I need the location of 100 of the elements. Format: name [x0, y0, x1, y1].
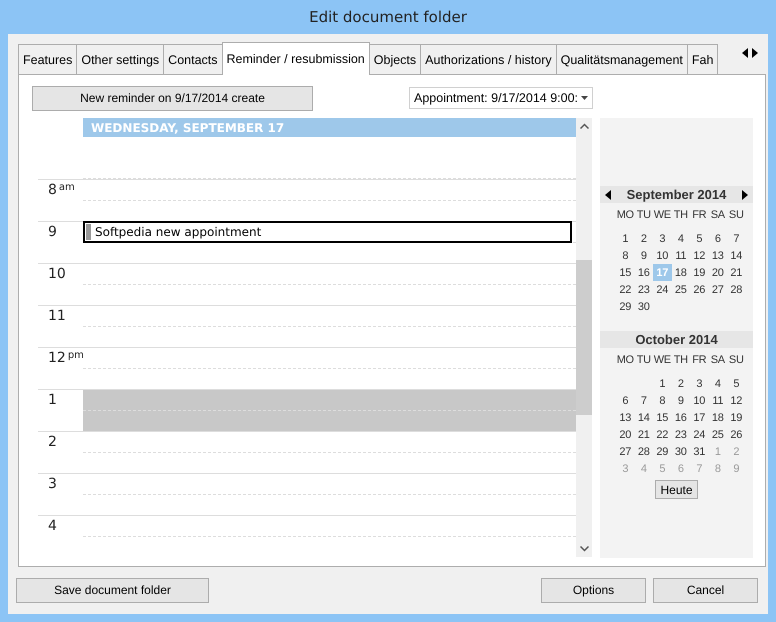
window-title: Edit document folder — [309, 8, 467, 26]
calendar-day[interactable]: 24 — [653, 281, 672, 298]
calendar-day[interactable]: 28 — [727, 281, 746, 298]
hour-label: 1 — [48, 392, 57, 410]
calendar-day[interactable]: 12 — [727, 392, 746, 410]
calendar-day[interactable]: 24 — [690, 426, 708, 444]
calendar-day[interactable]: 20 — [708, 264, 727, 282]
calendar-day[interactable]: 22 — [653, 426, 672, 444]
tab[interactable]: Reminder / resubmission — [222, 42, 370, 76]
weekday-label: TU — [636, 352, 652, 368]
calendar-day[interactable]: 5 — [727, 375, 746, 392]
calendar-day[interactable]: 19 — [727, 409, 746, 426]
calendar-day[interactable]: 23 — [672, 426, 690, 444]
calendar-day[interactable]: 20 — [616, 426, 634, 444]
calendar-day[interactable]: 23 — [634, 281, 653, 298]
new-reminder-button[interactable]: New reminder on 9/17/2014 create — [32, 86, 313, 111]
appointment-dropdown[interactable]: Appointment: 9/17/2014 9:00: — [409, 87, 593, 110]
appointment-entry[interactable]: Softpedia new appointment — [83, 221, 572, 244]
options-button[interactable]: Options — [541, 578, 646, 603]
month-title: October 2014 — [635, 332, 718, 348]
scroll-right-icon[interactable] — [752, 48, 758, 58]
time-slot[interactable]: Softpedia new appointment — [83, 221, 576, 264]
calendar-day[interactable]: 9 — [634, 247, 653, 264]
cancel-button[interactable]: Cancel — [653, 578, 758, 603]
calendar-day[interactable]: 6 — [616, 392, 634, 410]
save-button[interactable]: Save document folder — [16, 578, 209, 603]
calendar-day[interactable]: 10 — [653, 247, 672, 264]
calendar-day[interactable]: 11 — [708, 392, 727, 410]
calendar-day[interactable]: 15 — [616, 264, 634, 282]
calendar-day[interactable]: 27 — [616, 443, 634, 460]
blocked-time-slot[interactable] — [83, 389, 576, 432]
hour-label: 11 — [48, 308, 66, 326]
weekday-label: SA — [710, 352, 726, 368]
weekday-label: TU — [636, 208, 652, 223]
tab[interactable]: Features — [18, 44, 78, 74]
dropdown-caret-icon — [581, 96, 588, 100]
hour-label: 9 — [48, 224, 57, 242]
calendar-day[interactable]: 16 — [634, 264, 653, 282]
calendar-day[interactable]: 16 — [672, 409, 690, 426]
calendar-day[interactable]: 22 — [616, 281, 634, 298]
calendar-day[interactable]: 25 — [672, 281, 690, 298]
calendar-day[interactable]: 2 — [672, 375, 690, 392]
calendar-day[interactable]: 29 — [653, 443, 672, 460]
calendar-day[interactable]: 10 — [690, 392, 708, 410]
weekday-label: TH — [672, 208, 689, 223]
calendar-day[interactable]: 7 — [634, 392, 653, 410]
scroll-left-icon[interactable] — [742, 48, 748, 58]
calendar-day[interactable]: 17 — [690, 409, 708, 426]
weekday-label: SU — [728, 208, 745, 223]
calendar-day[interactable]: 4 — [708, 375, 727, 392]
calendar-day[interactable]: 14 — [727, 247, 746, 264]
calendar-day[interactable]: 25 — [708, 426, 727, 444]
calendar-day[interactable]: 1 — [616, 230, 634, 248]
calendar-day[interactable]: 6 — [708, 230, 727, 248]
weekday-label: FR — [691, 352, 708, 368]
scroll-down-icon[interactable] — [580, 546, 588, 552]
hour-label: 8$^{am}$ — [48, 182, 75, 200]
weekday-label: SA — [710, 208, 726, 223]
calendar-day[interactable]: 21 — [727, 264, 746, 282]
calendar-day[interactable]: 15 — [653, 409, 672, 426]
weekday-label: MO — [616, 352, 634, 368]
previous-month-icon[interactable] — [604, 190, 611, 200]
calendar-day[interactable]: 8 — [653, 392, 672, 410]
calendar-day[interactable]: 9 — [672, 392, 690, 410]
calendar-day[interactable]: 4 — [672, 230, 690, 248]
scrollbar-thumb[interactable] — [576, 260, 592, 416]
calendar-day[interactable]: 19 — [690, 264, 708, 282]
today-button[interactable]: Heute — [655, 480, 698, 500]
calendar-day[interactable]: 27 — [708, 281, 727, 298]
calendar-day[interactable]: 26 — [690, 281, 708, 298]
calendar-day[interactable]: 7 — [727, 230, 746, 248]
calendar-day[interactable]: 26 — [727, 426, 746, 444]
calendar-day[interactable]: 13 — [708, 247, 727, 264]
hour-label: 4 — [48, 518, 57, 536]
calendar-day[interactable]: 3 — [690, 375, 708, 392]
scroll-up-icon[interactable] — [580, 123, 588, 130]
calendar-day[interactable]: 12 — [690, 247, 708, 264]
calendar-day[interactable]: 8 — [616, 247, 634, 264]
calendar-day[interactable]: 28 — [634, 443, 653, 460]
calendar-day[interactable]: 29 — [616, 298, 634, 316]
calendar-day[interactable]: 14 — [634, 409, 653, 426]
calendar-day[interactable]: 18 — [672, 264, 690, 282]
calendar-day[interactable]: 13 — [616, 409, 634, 426]
calendar-day[interactable]: 18 — [708, 409, 727, 426]
calendar-day[interactable]: 30 — [634, 298, 653, 316]
weekday-label: SU — [728, 352, 745, 368]
weekday-label: MO — [616, 208, 634, 223]
calendar-day[interactable]: 11 — [672, 247, 690, 264]
calendar-day[interactable]: 1 — [653, 375, 672, 392]
calendar-day[interactable]: 2 — [634, 230, 653, 248]
weekday-label: WE — [653, 352, 672, 368]
weekday-label: FR — [691, 208, 708, 223]
calendar-day[interactable]: 21 — [634, 426, 653, 444]
calendar-day[interactable]: 31 — [690, 443, 708, 460]
next-month-icon[interactable] — [742, 190, 748, 200]
tab[interactable]: Fah — [686, 44, 718, 74]
calendar-day[interactable]: 5 — [690, 230, 708, 248]
calendar-day[interactable]: 30 — [672, 443, 690, 460]
calendar-day[interactable]: 3 — [653, 230, 672, 248]
hour-label: 12$^{pm}$ — [48, 350, 84, 368]
